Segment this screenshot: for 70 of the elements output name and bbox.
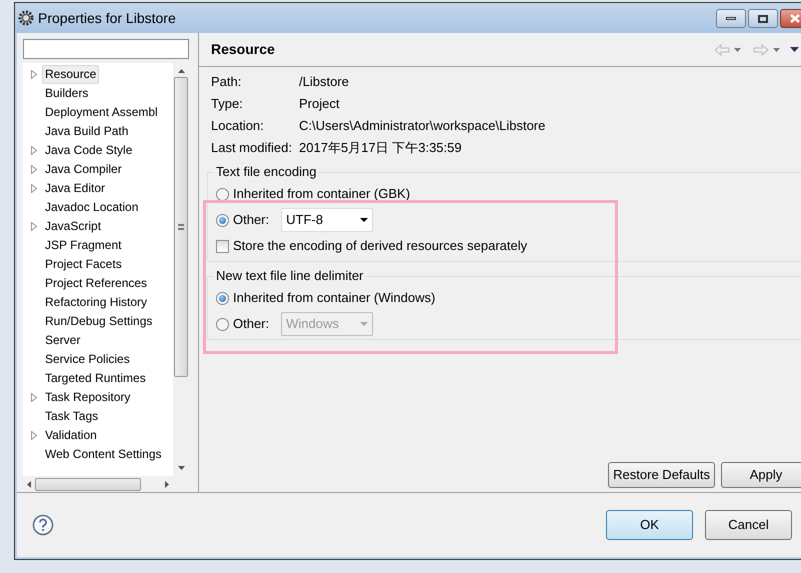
- tree-item[interactable]: Java Code Style: [42, 141, 136, 160]
- scroll-down-icon: [178, 466, 184, 470]
- dialog-button[interactable]: OK: [606, 510, 693, 540]
- property-label: Path:: [211, 74, 242, 90]
- expand-icon[interactable]: [31, 70, 37, 80]
- dropdown[interactable]: UTF-8: [281, 208, 374, 232]
- tree-item[interactable]: Java Compiler: [42, 160, 125, 180]
- tree-item[interactable]: Javadoc Location: [42, 198, 142, 218]
- tree-item[interactable]: Refactoring History: [42, 293, 150, 312]
- tree-item[interactable]: Service Policies: [42, 350, 133, 370]
- tree-item[interactable]: Web Content Settings: [42, 445, 165, 464]
- property-value: C:\Users\Administrator\workspace\Libstore: [299, 118, 546, 134]
- property-label: Type:: [211, 96, 244, 112]
- tree-item[interactable]: Deployment Assembl: [42, 103, 161, 122]
- tree-item[interactable]: Targeted Runtimes: [42, 369, 149, 388]
- radio-button[interactable]: [216, 188, 229, 200]
- tree-item[interactable]: Validation: [42, 426, 100, 446]
- caret-icon: [360, 218, 368, 222]
- expand-icon[interactable]: [31, 393, 37, 402]
- radio-button[interactable]: [216, 214, 229, 226]
- option-label: Inherited from container (GBK): [233, 186, 410, 202]
- scroll-thumb[interactable]: [35, 478, 141, 491]
- window-title: Properties for Libstore: [38, 8, 176, 28]
- close-icon: [790, 14, 800, 23]
- tree-item[interactable]: Java Editor: [42, 179, 108, 198]
- tree-item[interactable]: Builders: [42, 84, 92, 104]
- minimize-button[interactable]: [716, 9, 746, 28]
- radio-button[interactable]: [216, 292, 229, 304]
- tree-item[interactable]: Project References: [42, 274, 150, 294]
- tree-item[interactable]: Task Tags: [42, 407, 102, 426]
- gear-icon: [18, 10, 34, 26]
- tree-item[interactable]: Project Facets: [42, 255, 125, 274]
- scroll-right-icon: [165, 480, 169, 488]
- filter-field[interactable]: [23, 39, 189, 60]
- tree-item[interactable]: JSP Fragment: [42, 236, 124, 256]
- tree-item[interactable]: Java Build Path: [42, 122, 132, 142]
- property-label: Last modified:: [211, 140, 293, 156]
- expand-icon[interactable]: [31, 431, 37, 440]
- forward-arrow-icon[interactable]: [753, 44, 769, 56]
- property-label: Location:: [211, 118, 265, 134]
- option-label: Store the encoding of derived resources separately: [233, 238, 528, 254]
- scroll-up-icon: [178, 69, 184, 74]
- scroll-left-icon: [27, 480, 31, 488]
- option-label: Other:: [233, 212, 270, 228]
- property-value: /Libstore: [299, 74, 350, 90]
- page-title: Resource: [211, 40, 275, 59]
- scroll-thumb[interactable]: [174, 77, 188, 378]
- tree-item[interactable]: Run/Debug Settings: [42, 312, 156, 332]
- page-button[interactable]: Restore Defaults: [608, 462, 715, 488]
- expand-icon[interactable]: [31, 222, 37, 232]
- tree-item[interactable]: JavaScript: [42, 217, 104, 236]
- caret-icon: [360, 322, 368, 326]
- tree-item[interactable]: Task Repository: [42, 388, 134, 408]
- option-label: Inherited from container (Windows): [233, 290, 436, 306]
- property-value: Project: [299, 96, 340, 112]
- dropdown-icon[interactable]: [773, 48, 780, 52]
- option-label: Other:: [233, 316, 270, 332]
- checkbox[interactable]: [216, 240, 229, 252]
- tree-item[interactable]: Resource: [42, 65, 100, 84]
- back-arrow-icon[interactable]: [714, 44, 730, 56]
- dialog-button[interactable]: Cancel: [705, 510, 792, 540]
- group-title: Text file encoding: [214, 164, 318, 180]
- dropdown-icon[interactable]: [734, 48, 741, 52]
- tree-item[interactable]: Server: [42, 331, 84, 350]
- help-icon[interactable]: [32, 514, 54, 536]
- property-value: 2017年5月17日 下午3:35:59: [299, 140, 463, 156]
- maximize-button[interactable]: [748, 9, 778, 28]
- menu-icon[interactable]: [790, 47, 799, 52]
- close-button[interactable]: [780, 9, 801, 28]
- page-button[interactable]: Apply: [721, 462, 801, 488]
